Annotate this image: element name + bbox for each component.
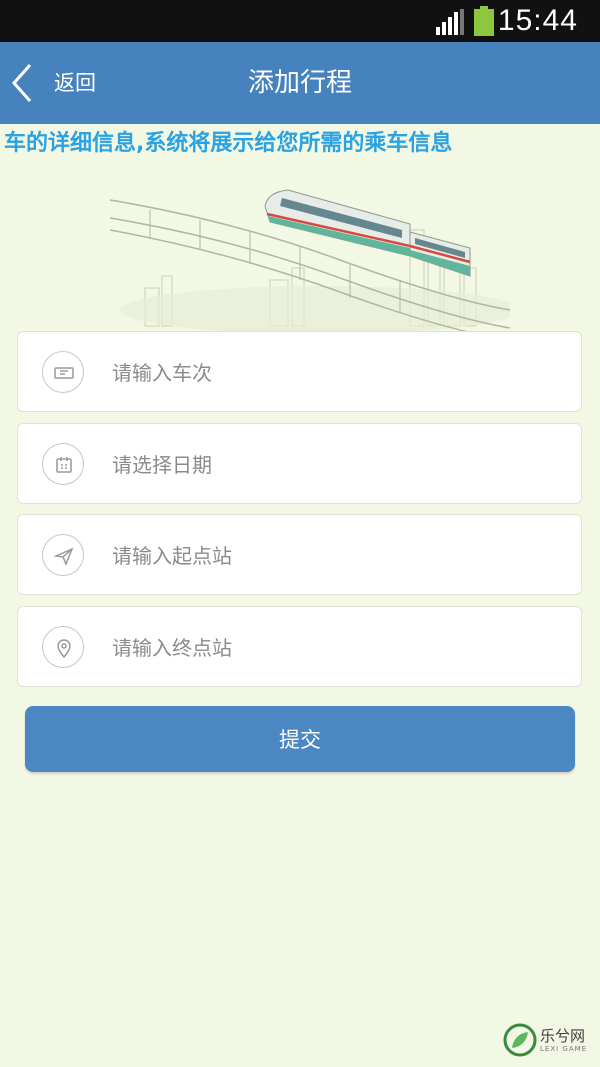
notice-marquee: 车的详细信息,系统将展示给您所需的乘车信息 <box>4 131 453 156</box>
location-pin-icon <box>42 626 84 668</box>
date-input[interactable] <box>110 444 554 486</box>
leaf-logo-icon <box>503 1023 537 1057</box>
train-number-input[interactable] <box>110 352 554 394</box>
status-bar: 15:44 <box>0 0 600 42</box>
departure-station-input[interactable] <box>110 535 554 577</box>
arrival-station-input[interactable] <box>110 627 554 669</box>
watermark: 乐兮网 LEXI GAME <box>500 1020 596 1060</box>
page-title: 添加行程 <box>247 68 352 98</box>
battery-icon <box>474 6 494 36</box>
send-icon <box>42 534 84 576</box>
status-time: 15:44 <box>497 4 578 37</box>
submit-button[interactable]: 提交 <box>25 706 575 772</box>
calendar-icon <box>42 443 84 485</box>
departure-station-field <box>17 514 582 595</box>
ticket-icon <box>42 351 84 393</box>
train-number-field <box>17 331 582 412</box>
train-illustration <box>110 189 510 332</box>
signal-icon <box>436 9 464 35</box>
app-header: 返回 添加行程 <box>0 42 600 124</box>
arrival-station-field <box>17 606 582 687</box>
date-field <box>17 423 582 504</box>
watermark-text: 乐兮网 <box>540 1027 586 1045</box>
watermark-subtext: LEXI GAME <box>540 1045 588 1053</box>
